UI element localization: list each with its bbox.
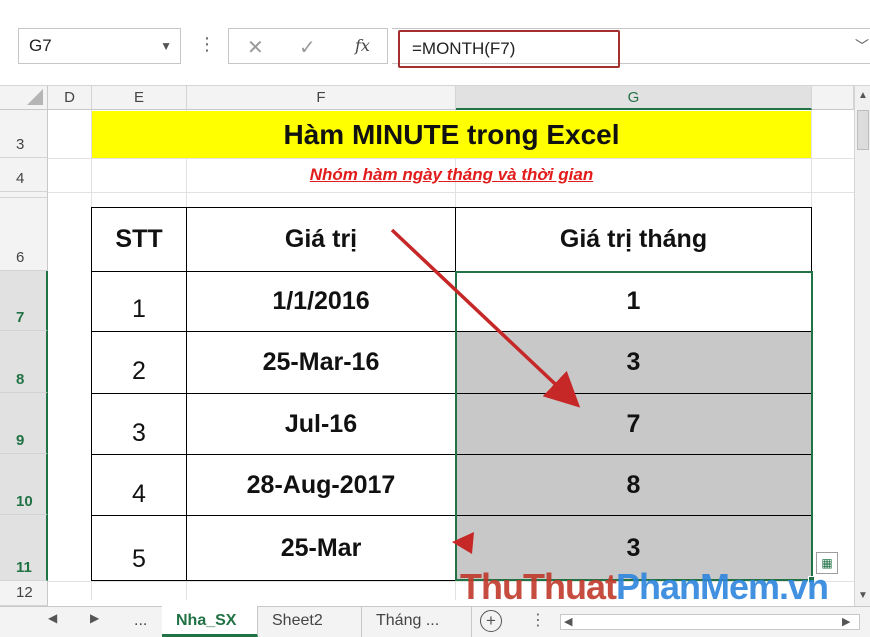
tab-more-left[interactable]: ... (120, 606, 161, 637)
more-icon[interactable]: ⋮ (530, 610, 546, 630)
add-sheet-icon[interactable]: + (480, 610, 502, 632)
tab-thang[interactable]: Tháng ... (362, 606, 472, 637)
scroll-up-icon[interactable]: ▲ (858, 90, 868, 101)
vertical-scrollbar[interactable] (854, 86, 870, 606)
annotation-arrows (390, 228, 581, 554)
scroll-down-icon[interactable]: ▼ (858, 590, 868, 601)
tab-sheet2[interactable]: Sheet2 (258, 606, 362, 637)
horizontal-scrollbar[interactable] (560, 614, 860, 630)
scroll-left-icon[interactable]: ◀ (564, 615, 572, 628)
arrow-head-small (452, 532, 474, 554)
watermark: ThuThuatPhanMem.vn (460, 566, 829, 607)
prev-sheet-icon[interactable]: ◀ (48, 611, 57, 625)
tab-nha-sx[interactable]: Nha_SX (162, 606, 258, 637)
scroll-right-icon[interactable]: ▶ (842, 615, 850, 628)
arrow-formula-to-result (390, 228, 581, 408)
next-sheet-icon[interactable]: ▶ (90, 611, 99, 625)
vertical-scroll-thumb[interactable] (857, 110, 869, 150)
